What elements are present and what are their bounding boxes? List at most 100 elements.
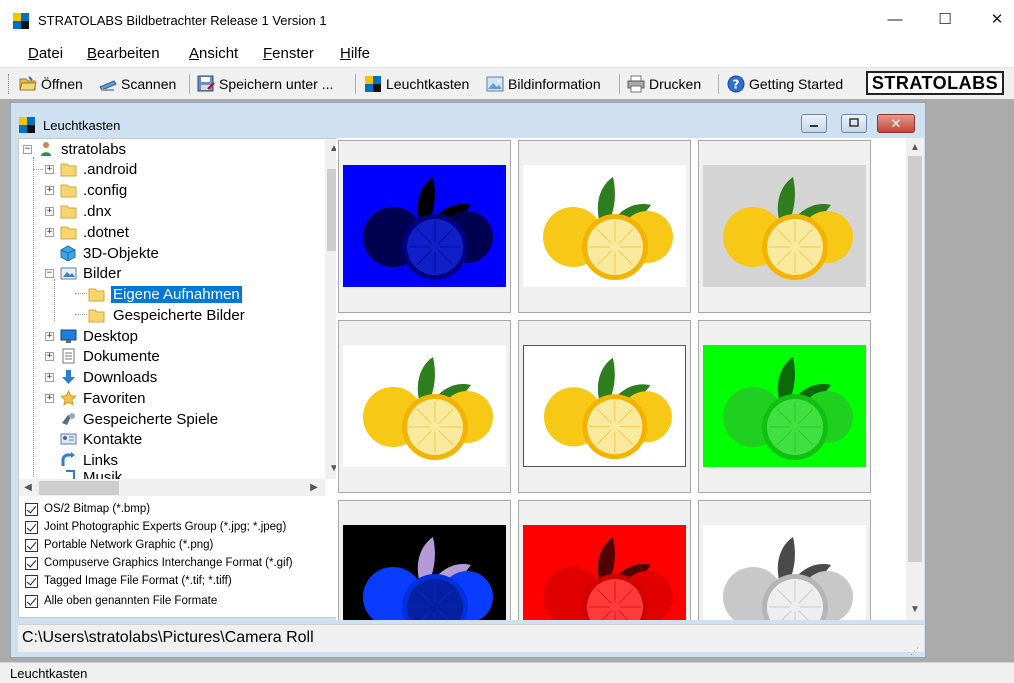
format-jpeg[interactable]: Joint Photographic Experts Group (*.jpg;…: [25, 518, 286, 536]
lightbox-icon: [365, 76, 381, 92]
menu-bearbeiten[interactable]: Bearbeiten: [87, 45, 160, 62]
scroll-thumb[interactable]: [39, 481, 119, 495]
scroll-right-icon[interactable]: ▶: [305, 480, 323, 496]
thumbnail-cell[interactable]: [518, 320, 691, 493]
expand-icon[interactable]: +: [45, 331, 54, 341]
download-icon: [62, 370, 75, 384]
tree-horizontal-scrollbar[interactable]: ◀ ▶: [19, 479, 325, 496]
collapse-icon[interactable]: −: [23, 144, 32, 154]
tree-item-config[interactable]: + .config: [45, 180, 127, 200]
menu-hilfe[interactable]: Hilfe: [340, 45, 370, 62]
tree-item-stratolabs[interactable]: − stratolabs: [23, 139, 126, 159]
thumbnail-cell[interactable]: [338, 500, 511, 620]
thumbnail-cell[interactable]: [518, 140, 691, 313]
tree-item-downloads[interactable]: + Downloads: [45, 367, 157, 387]
tree-item-dokumente[interactable]: + Dokumente: [45, 346, 160, 366]
collapse-icon[interactable]: −: [45, 268, 54, 278]
tree-item-bilder[interactable]: − Bilder: [45, 263, 121, 283]
expand-icon[interactable]: +: [45, 185, 54, 195]
tree-item-eigene-aufnahmen[interactable]: Eigene Aufnahmen: [88, 284, 242, 304]
expand-icon[interactable]: +: [45, 372, 54, 382]
tree-item-kontakte[interactable]: Kontakte: [60, 429, 142, 449]
minimize-icon: [810, 125, 818, 127]
scroll-up-icon[interactable]: ▲: [906, 140, 924, 156]
scroll-left-icon[interactable]: ◀: [19, 480, 37, 496]
resize-grip-icon[interactable]: ⋰: [910, 638, 920, 656]
folder-tree[interactable]: − stratolabs + .android + .config + .dnx…: [18, 138, 344, 497]
expand-icon[interactable]: +: [45, 206, 54, 216]
current-path: C:\Users\stratolabs\Pictures\Camera Roll: [22, 629, 314, 646]
tree-item-favoriten[interactable]: + Favoriten: [45, 388, 146, 408]
scroll-down-icon[interactable]: ▼: [906, 602, 924, 618]
tree-item-musik[interactable]: Musik: [60, 469, 122, 479]
link-icon: [61, 452, 75, 466]
lightbox-button[interactable]: Leuchtkasten: [364, 73, 469, 95]
checkbox[interactable]: [25, 594, 38, 608]
expand-icon[interactable]: +: [45, 351, 54, 361]
thumbnail-cell[interactable]: [338, 140, 511, 313]
toolbar-grip[interactable]: [8, 74, 11, 94]
child-minimize-button[interactable]: [801, 114, 827, 133]
checkbox[interactable]: [25, 556, 38, 570]
close-button[interactable]: ✕: [982, 8, 1012, 32]
thumbnail-image: [703, 345, 866, 467]
lightbox-window-titlebar[interactable]: Leuchtkasten ✕: [11, 103, 925, 135]
tree-item-label: Musik: [83, 469, 123, 479]
thumbnail-cell[interactable]: [698, 320, 871, 493]
format-gif[interactable]: Compuserve Graphics Interchange Format (…: [25, 554, 293, 572]
expand-icon[interactable]: +: [45, 393, 54, 403]
tree-item-label-selected: Eigene Aufnahmen: [111, 285, 242, 303]
open-button[interactable]: Öffnen: [19, 73, 83, 95]
format-bmp[interactable]: OS/2 Bitmap (*.bmp): [25, 500, 150, 518]
format-tiff[interactable]: Tagged Image File Format (*.tif; *.tiff): [25, 572, 232, 590]
thumbnail-image: [523, 345, 686, 467]
scan-label: Scannen: [121, 76, 177, 92]
tree-item-dnx[interactable]: + .dnx: [45, 201, 111, 221]
folder-icon: [60, 163, 77, 177]
thumbnail-cell[interactable]: [698, 140, 871, 313]
minimize-button[interactable]: —: [880, 8, 910, 32]
toolbar: Öffnen Scannen Speichern unter ... Leuch…: [0, 67, 1014, 99]
checkbox[interactable]: [25, 502, 38, 516]
print-label: Drucken: [649, 76, 702, 92]
expand-icon[interactable]: +: [45, 164, 54, 174]
thumbnail-cell[interactable]: [518, 500, 691, 620]
tree-item-dotnet[interactable]: + .dotnet: [45, 222, 129, 242]
folder-icon: [60, 205, 77, 219]
tree-item-gespeicherte-spiele[interactable]: Gespeicherte Spiele: [60, 409, 218, 429]
tree-item-desktop[interactable]: + Desktop: [45, 326, 138, 346]
menu-datei[interactable]: Datei: [28, 45, 63, 62]
tree-item-android[interactable]: + .android: [45, 159, 137, 179]
thumbnail-vertical-scrollbar[interactable]: ▲ ▼: [906, 138, 924, 620]
checkbox[interactable]: [25, 520, 38, 534]
scan-button[interactable]: Scannen: [99, 73, 176, 95]
path-bar: C:\Users\stratolabs\Pictures\Camera Roll…: [18, 624, 924, 656]
save-as-button[interactable]: Speichern unter ...: [197, 73, 333, 95]
menu-ansicht[interactable]: Ansicht: [189, 45, 238, 62]
image-info-button[interactable]: Bildinformation: [486, 73, 601, 95]
printer-icon: [627, 75, 645, 93]
tree-item-label: .config: [83, 181, 128, 199]
expand-icon[interactable]: +: [45, 227, 54, 237]
checkbox[interactable]: [25, 538, 38, 552]
format-png[interactable]: Portable Network Graphic (*.png): [25, 536, 213, 554]
child-close-button[interactable]: ✕: [877, 114, 915, 133]
tree-item-3d-objekte[interactable]: 3D-Objekte: [60, 243, 159, 263]
lightbox-label: Leuchtkasten: [386, 76, 470, 92]
getting-started-button[interactable]: ? Getting Started: [727, 73, 843, 95]
scroll-thumb[interactable]: [908, 156, 922, 562]
checkbox[interactable]: [25, 574, 38, 588]
brand-logo: STRATOLABS: [866, 71, 1004, 95]
getting-started-label: Getting Started: [749, 76, 844, 92]
thumbnail-image: [343, 525, 506, 620]
tree-item-gespeicherte-bilder[interactable]: Gespeicherte Bilder: [88, 305, 245, 325]
thumbnail-cell[interactable]: [698, 500, 871, 620]
image-info-icon: [486, 76, 504, 92]
print-button[interactable]: Drucken: [627, 73, 701, 95]
maximize-button[interactable]: ☐: [930, 8, 960, 32]
menu-fenster[interactable]: Fenster: [263, 45, 314, 62]
format-all[interactable]: Alle oben genannten File Formate: [25, 592, 217, 610]
tree-item-links[interactable]: Links: [60, 450, 118, 470]
thumbnail-cell[interactable]: [338, 320, 511, 493]
child-maximize-button[interactable]: [841, 114, 867, 133]
